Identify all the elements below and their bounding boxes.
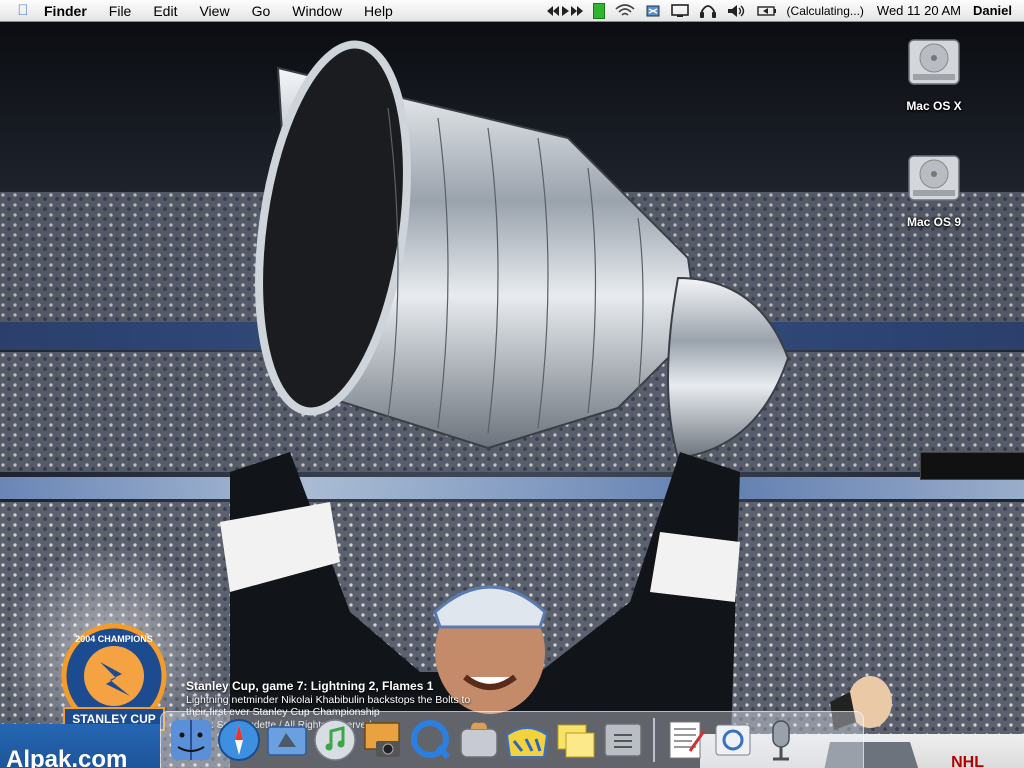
system-preferences-icon (604, 723, 642, 757)
desktop-icon-macosx[interactable]: Mac OS X (884, 34, 984, 113)
dock-item-iphoto[interactable] (360, 717, 406, 763)
hard-drive-icon (908, 39, 960, 85)
dock (160, 711, 864, 768)
ad-banner: Alpak.com (0, 724, 160, 768)
safari-icon (218, 719, 260, 761)
dock-separator (653, 718, 655, 762)
dock-item-stickies[interactable] (552, 717, 598, 763)
desktop-icon-label: Mac OS X (906, 99, 962, 113)
headphones-icon[interactable] (694, 0, 722, 22)
dock-item-finder[interactable] (168, 717, 214, 763)
dock-item-mail-document[interactable] (710, 717, 756, 763)
quicktime-icon (411, 720, 451, 760)
mail-icon (267, 726, 307, 756)
dock-item-wallpaper[interactable] (504, 717, 550, 763)
itunes-icon (314, 719, 356, 761)
caption-title: Stanley Cup, game 7: Lightning 2, Flames… (186, 679, 434, 693)
battery-level-icon[interactable] (588, 0, 610, 22)
stickies-icon (557, 724, 595, 758)
menu-window[interactable]: Window (281, 3, 353, 19)
sync-icon[interactable] (640, 0, 666, 22)
dock-item-microphone[interactable] (758, 717, 804, 763)
desktop-wallpaper: 2004 CHAMPIONS STANLEY CUP Alpak.com NHL… (0, 22, 1024, 768)
menu-go[interactable]: Go (241, 3, 282, 19)
desktop-icon-macos9[interactable]: Mac OS 9 (884, 150, 984, 229)
dock-item-mail[interactable] (264, 717, 310, 763)
apple-menu-icon[interactable]:  (8, 2, 38, 19)
textedit-icon (669, 721, 706, 759)
dock-item-toast[interactable] (456, 717, 502, 763)
finder-icon (171, 720, 211, 760)
battery-icon[interactable] (752, 0, 782, 22)
menu-clock[interactable]: Wed 11 20 AM (869, 3, 969, 18)
mail-document-icon (715, 724, 751, 756)
menu-user[interactable]: Daniel (969, 3, 1024, 18)
toast-icon (460, 722, 498, 758)
microphone-icon (772, 720, 790, 761)
arena-scoreboard (920, 452, 1024, 480)
dock-item-system-preferences[interactable] (600, 717, 646, 763)
menu-help[interactable]: Help (353, 3, 404, 19)
dock-item-quicktime[interactable] (408, 717, 454, 763)
menu-app-finder[interactable]: Finder (38, 3, 98, 19)
stanley-cup-trophy (255, 40, 790, 460)
menu-edit[interactable]: Edit (142, 3, 188, 19)
menu-view[interactable]: View (188, 3, 240, 19)
dock-item-safari[interactable] (216, 717, 262, 763)
ad-banner-text: Alpak.com (6, 746, 128, 768)
iphoto-icon (364, 722, 400, 757)
desktop-icon-label: Mac OS 9 (906, 215, 962, 229)
dock-item-itunes[interactable] (312, 717, 358, 763)
dock-item-textedit[interactable] (662, 717, 708, 763)
volume-icon[interactable] (722, 0, 752, 22)
display-icon[interactable] (666, 0, 694, 22)
menu-extras: (Calculating...) Wed 11 20 AM Daniel (540, 0, 1024, 22)
badge-bottom-text: STANLEY CUP (72, 712, 156, 726)
wallpaper-app-icon (505, 727, 549, 758)
menu-file[interactable]: File (98, 3, 143, 19)
rink-board-text: NHL (951, 754, 984, 768)
badge-top-text: 2004 CHAMPIONS (75, 634, 153, 644)
battery-status-text[interactable]: (Calculating...) (782, 0, 869, 22)
media-controls-icon[interactable] (540, 0, 588, 22)
airport-icon[interactable] (610, 0, 640, 22)
menu-bar:  Finder File Edit View Go Window Help (… (0, 0, 1024, 22)
hard-drive-icon (908, 155, 960, 201)
